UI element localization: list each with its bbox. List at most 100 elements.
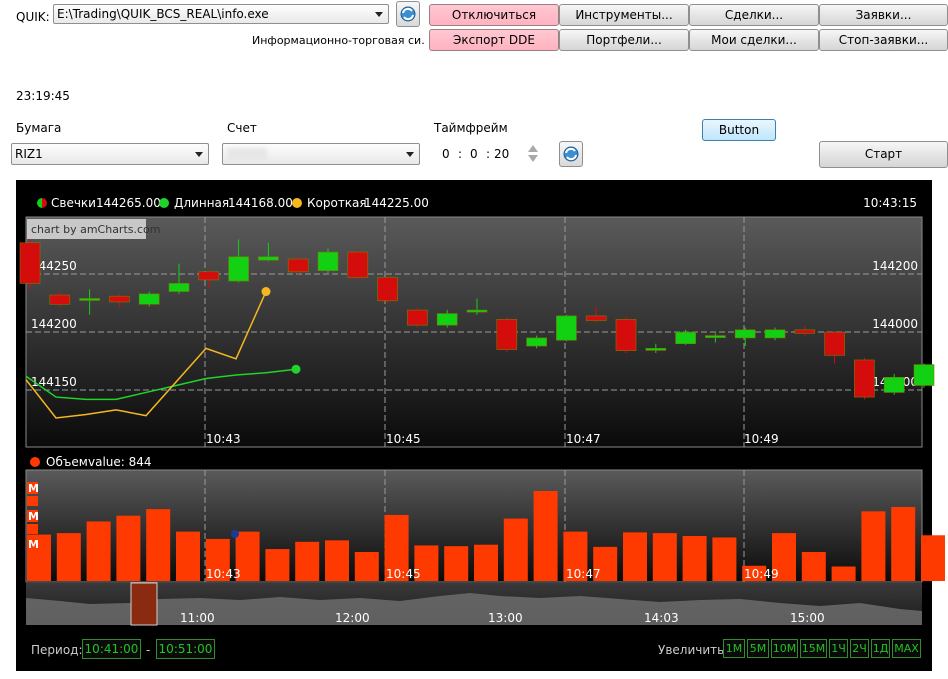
volume-bar (56, 533, 81, 581)
volume-bar (176, 531, 200, 581)
volume-cursor-marker (231, 530, 239, 538)
navigator-tick: 12:00 (335, 611, 370, 625)
candle-body (705, 335, 726, 338)
candle-body (526, 337, 547, 347)
candle-body (228, 256, 249, 282)
zoom-1d-button[interactable]: 1Д (871, 639, 890, 658)
price-tick-right: 144000 (872, 317, 918, 331)
candle-body (466, 309, 488, 313)
candle-body (913, 364, 935, 386)
volume-bar (295, 541, 320, 581)
long-legend-value: 144168.00 (228, 196, 293, 210)
candle-body (317, 251, 339, 271)
volume-bar (652, 533, 677, 581)
short-legend-label: Короткая (307, 196, 367, 210)
period-to[interactable]: 10:51:00 (156, 639, 215, 659)
candle-body (734, 329, 756, 339)
volume-bar (712, 537, 737, 581)
volume-time-tick: 10:49 (744, 567, 779, 581)
candle-body (883, 377, 905, 393)
long-legend-label: Длинная (174, 196, 229, 210)
zoom-1m-button[interactable]: 1M (723, 639, 745, 658)
volume-bar (146, 509, 171, 581)
time-tick: 10:47 (566, 432, 601, 446)
svg-text:M: M (28, 510, 39, 523)
candle-body (198, 271, 220, 281)
volume-legend-value: value: 844 (88, 455, 152, 469)
volume-time-tick: 10:47 (566, 567, 601, 581)
price-tick-left: 144150 (31, 375, 77, 389)
candles-legend-icon (42, 198, 47, 208)
candle-body (615, 319, 637, 351)
long-ma-marker (291, 364, 301, 374)
volume-legend-label: Объем (46, 455, 88, 469)
volume-bar (325, 540, 349, 581)
amcharts-credit[interactable]: chart by amCharts.com (31, 223, 161, 236)
volume-bar (682, 536, 707, 581)
candle-body (824, 331, 845, 356)
candle-body (794, 329, 816, 334)
time-tick: 10:49 (744, 432, 779, 446)
volume-bar (891, 506, 916, 581)
candle-body (79, 298, 100, 301)
navigator-tick: 11:00 (180, 611, 215, 625)
zoom-1h-button[interactable]: 1Ч (829, 639, 848, 658)
candle-body (347, 251, 369, 278)
candle-body (675, 331, 696, 345)
volume-bar (503, 518, 528, 581)
long-legend-icon (159, 198, 169, 208)
volume-time-tick: 10:43 (206, 567, 241, 581)
candle-body (764, 329, 786, 339)
volume-bar (86, 521, 111, 581)
short-legend-value: 144225.00 (364, 196, 429, 210)
candle-body (496, 319, 518, 350)
zoom-5m-button[interactable]: 5M (747, 639, 769, 658)
period-from[interactable]: 10:41:00 (82, 639, 141, 659)
volume-bar (265, 549, 290, 581)
candle-body (19, 242, 41, 284)
time-tick: 10:43 (206, 432, 241, 446)
volume-bar (861, 511, 886, 581)
candle-body (854, 359, 875, 398)
navigator-tick: 15:00 (790, 611, 825, 625)
period-dash: - (146, 643, 151, 657)
candles-legend-value: 144265.00 (96, 196, 161, 210)
candle-body (645, 348, 667, 351)
candle-body (258, 256, 279, 261)
volume-bar (354, 551, 379, 581)
price-tick-right: 144200 (872, 259, 918, 273)
candle-body (436, 313, 458, 326)
zoom-max-button[interactable]: MAX (892, 639, 921, 658)
volume-bar (921, 535, 945, 581)
zoom-2h-button[interactable]: 2Ч (850, 639, 869, 658)
volume-time-tick: 10:45 (386, 567, 421, 581)
short-legend-icon (292, 198, 302, 208)
candle-body (168, 283, 190, 292)
candle-body (49, 294, 71, 305)
volume-bar (474, 544, 498, 581)
short-ma-marker (261, 287, 271, 297)
candle-body (377, 277, 398, 302)
zoom-15m-button[interactable]: 15M (800, 639, 827, 658)
volume-legend-icon (30, 457, 40, 467)
price-legend: Свечки 144265.00 Длинная 144168.00 Корот… (37, 196, 917, 210)
price-tick-left: 144200 (31, 317, 77, 331)
candle-body (138, 293, 160, 305)
candle-body (287, 258, 309, 273)
period-label: Период: (31, 643, 83, 657)
volume-axis-labels: M M M (27, 482, 39, 551)
navigator-tick: 13:00 (488, 611, 523, 625)
candle-body (556, 315, 577, 341)
time-tick: 10:45 (386, 432, 421, 446)
volume-bar (831, 566, 856, 581)
svg-text:M: M (28, 482, 39, 495)
volume-bar (623, 532, 647, 581)
navigator-selection[interactable] (130, 582, 158, 626)
candles-legend-label: Свечки (51, 196, 96, 210)
zoom-10m-button[interactable]: 10M (771, 639, 798, 658)
volume-bar (801, 551, 826, 581)
volume-bar (444, 546, 469, 581)
zoom-label: Увеличить: (658, 643, 729, 657)
cursor-time: 10:43:15 (863, 196, 917, 210)
chart-svg: 144250144200144150144200144000143800 10:… (19, 196, 945, 626)
